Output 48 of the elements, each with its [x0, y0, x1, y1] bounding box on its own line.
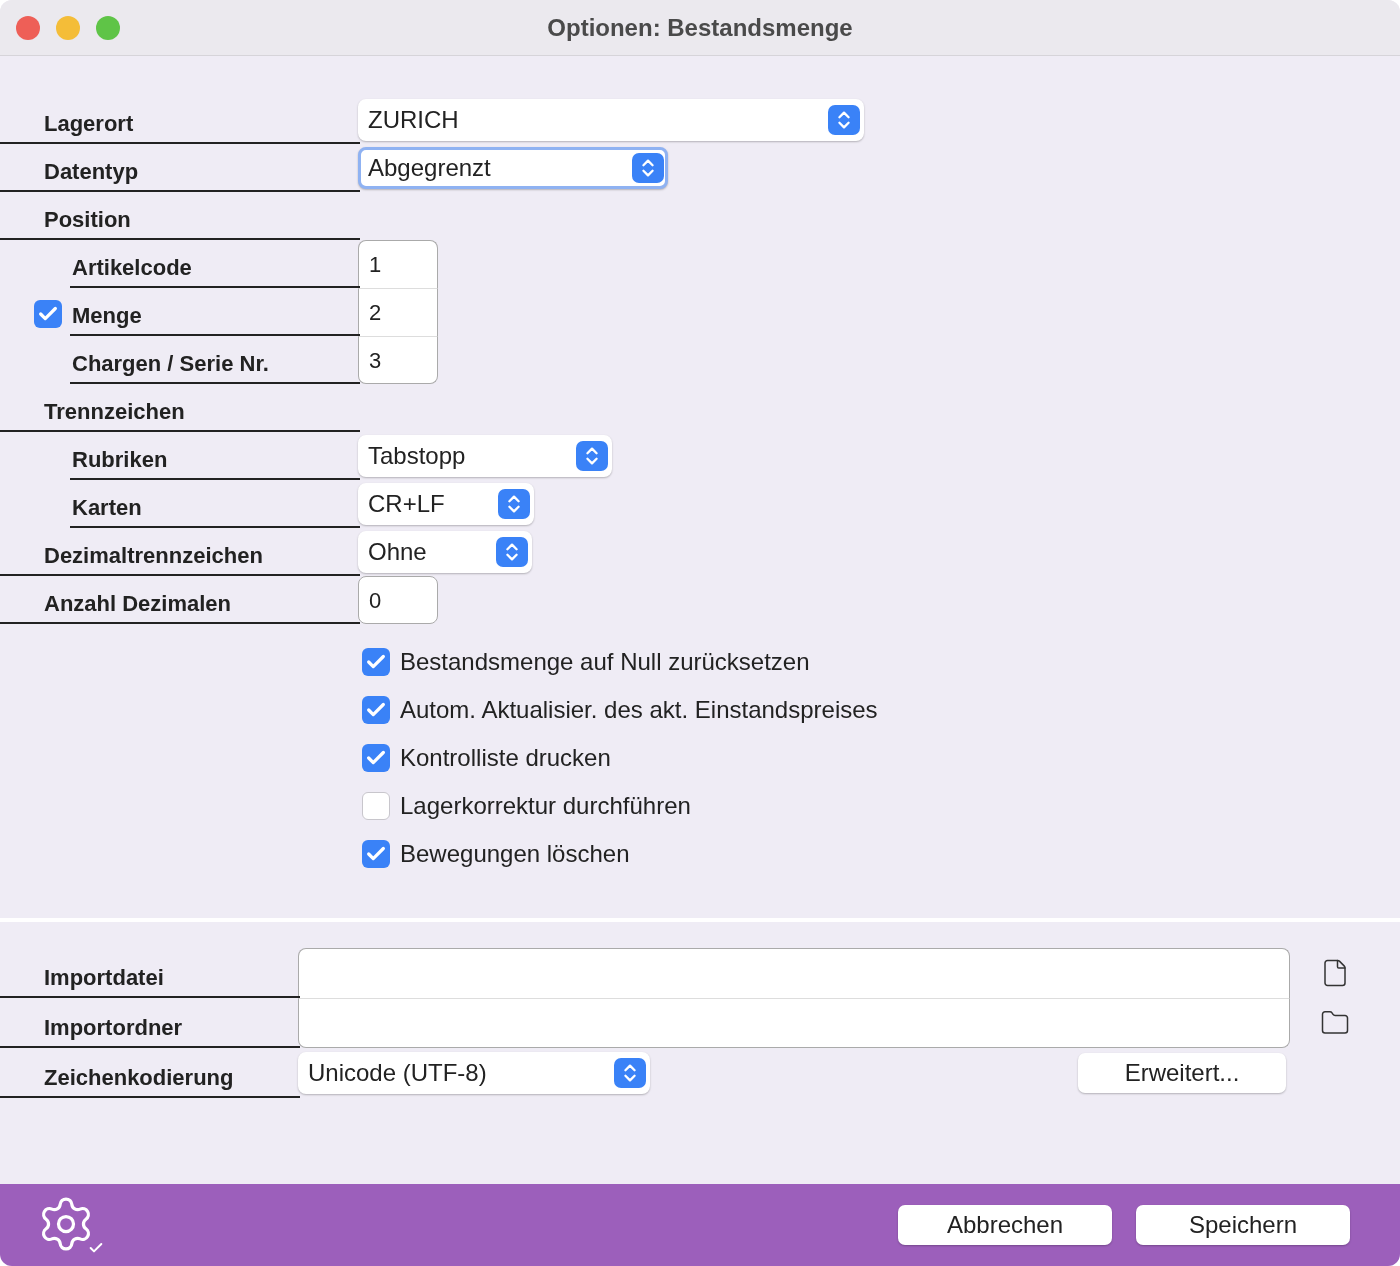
field-label: Anzahl Dezimalen: [44, 590, 232, 618]
footer-button[interactable]: Abbrechen: [898, 1205, 1112, 1245]
stepper-icon: [496, 537, 528, 567]
field-label: Dezimaltrennzeichen: [44, 542, 263, 570]
stepper-icon: [576, 441, 608, 471]
select-dropdown[interactable]: CR+LF: [358, 483, 534, 525]
stepper-icon: [828, 105, 860, 135]
stepper-icon: [632, 153, 664, 183]
select-dropdown[interactable]: Ohne: [358, 531, 532, 573]
select-dropdown[interactable]: Abgegrenzt: [358, 147, 668, 189]
checkbox[interactable]: [362, 744, 390, 772]
option-label: Kontrolliste drucken: [400, 743, 611, 773]
option-label: Autom. Aktualisier. des akt. Einstandspreises: [400, 695, 878, 725]
field-label: Lagerort: [44, 110, 134, 138]
field-label: Chargen / Serie Nr.: [72, 350, 269, 378]
select-dropdown[interactable]: ZURICH: [358, 99, 864, 141]
option-label: Bestandsmenge auf Null zurücksetzen: [400, 647, 810, 677]
field-label: Zeichenkodierung: [44, 1064, 234, 1092]
advanced-button[interactable]: Erweitert...: [1078, 1053, 1286, 1093]
checkbox[interactable]: [362, 792, 390, 820]
number-field[interactable]: 0: [358, 576, 438, 624]
zoom-button[interactable]: [96, 16, 120, 40]
field-label: Artikelcode: [72, 254, 192, 282]
stepper-icon: [498, 489, 530, 519]
stepper-icon: [614, 1058, 646, 1088]
number-field[interactable]: 2: [358, 288, 438, 336]
checkbox[interactable]: [362, 696, 390, 724]
option-label: Lagerkorrektur durchführen: [400, 791, 691, 821]
footer-button[interactable]: Speichern: [1136, 1205, 1350, 1245]
number-field[interactable]: 3: [358, 336, 438, 384]
field-label: Position: [44, 206, 131, 234]
field-label: Karten: [72, 494, 142, 522]
window-title: Optionen: Bestandsmenge: [547, 12, 853, 43]
select-dropdown[interactable]: Tabstopp: [358, 435, 612, 477]
number-field[interactable]: 1: [358, 240, 438, 288]
option-label: Bewegungen löschen: [400, 839, 630, 869]
select-dropdown[interactable]: Unicode (UTF-8): [298, 1052, 650, 1094]
close-button[interactable]: [16, 16, 40, 40]
checkbox[interactable]: [362, 648, 390, 676]
field-label: Menge: [72, 302, 142, 330]
field-label: Rubriken: [72, 446, 168, 474]
path-field[interactable]: [298, 948, 1290, 998]
checkbox[interactable]: [34, 300, 62, 328]
field-label: Importdatei: [44, 964, 164, 992]
field-label: Trennzeichen: [44, 398, 185, 426]
checkbox[interactable]: [362, 840, 390, 868]
field-label: Datentyp: [44, 158, 139, 186]
field-label: Importordner: [44, 1014, 183, 1042]
